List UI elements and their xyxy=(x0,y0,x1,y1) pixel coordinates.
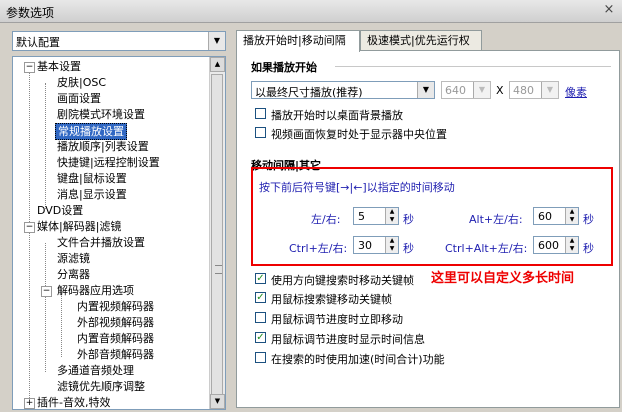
chevron-down-icon[interactable]: ▼ xyxy=(473,82,490,98)
tree-item-skin[interactable]: 皮肤|OSC xyxy=(57,75,106,90)
mouse-now-checkbox[interactable] xyxy=(255,312,266,323)
tree-item-picture[interactable]: 画面设置 xyxy=(57,91,101,106)
tree-item-splitter[interactable]: 分离器 xyxy=(57,267,90,282)
collapse-icon[interactable]: − xyxy=(24,62,35,73)
accel-checkbox[interactable] xyxy=(255,352,266,363)
tree-item-dvd[interactable]: DVD设置 xyxy=(37,203,83,218)
preset-select[interactable]: 默认配置 ▼ xyxy=(12,31,226,51)
tree-item-play-order[interactable]: 播放顺序|列表设置 xyxy=(57,139,149,154)
mouse-time-label: 用鼠标调节进度时显示时间信息 xyxy=(271,333,425,346)
collapse-icon[interactable]: − xyxy=(41,286,52,297)
tree-scrollbar[interactable]: ▲ ▼ xyxy=(209,57,225,409)
pixel-unit-link[interactable]: 像素 xyxy=(565,84,587,100)
highlight-box xyxy=(251,167,613,266)
mouse-key-label: 用鼠标搜索键移动关键帧 xyxy=(271,293,392,306)
scroll-down-icon[interactable]: ▼ xyxy=(210,394,225,409)
tree-item-hotkeys[interactable]: 快捷键|远程控制设置 xyxy=(57,155,160,170)
settings-tree: − 基本设置 皮肤|OSC 画面设置 剧院模式环境设置 常规播放设置 播放顺序|… xyxy=(12,56,226,410)
grip-icon xyxy=(215,265,222,274)
tree-item-decoder-options[interactable]: 解码器应用选项 xyxy=(57,283,134,298)
tree-item-basic[interactable]: 基本设置 xyxy=(37,59,81,74)
tree-item-messages[interactable]: 消息|显示设置 xyxy=(57,187,127,202)
tree-item-external-video[interactable]: 外部视频解码器 xyxy=(77,315,154,330)
tree-item-source-filter[interactable]: 源滤镜 xyxy=(57,251,90,266)
tree-item-keyboard-mouse[interactable]: 键盘|鼠标设置 xyxy=(57,171,127,186)
height-value: 480 xyxy=(513,84,534,97)
tree-item-filter-priority[interactable]: 滤镜优先顺序调整 xyxy=(57,379,145,394)
times-label: X xyxy=(496,84,504,97)
chevron-down-icon[interactable]: ▼ xyxy=(541,82,558,98)
divider xyxy=(335,66,611,67)
tree-item-file-merge[interactable]: 文件合并播放设置 xyxy=(57,235,145,250)
tree-item-media[interactable]: 媒体|解码器|滤镜 xyxy=(37,219,121,234)
window-title: 参数选项 xyxy=(6,6,55,20)
tree-item-plugins[interactable]: 插件-音效,特效 xyxy=(37,395,110,409)
settings-panel: 如果播放开始 以最终尺寸播放(推荐) ▼ 640 ▼ X 480 ▼ 像素 播放… xyxy=(236,50,620,408)
collapse-icon[interactable]: − xyxy=(24,222,35,233)
desktop-bg-label: 播放开始时以桌面背景播放 xyxy=(271,109,403,122)
width-select[interactable]: 640 ▼ xyxy=(441,81,491,99)
annotation-text: 这里可以自定义多长时间 xyxy=(431,267,575,286)
accel-label: 在搜索的时使用加速(时间合计)功能 xyxy=(271,353,445,366)
section-title-start: 如果播放开始 xyxy=(251,61,317,74)
center-screen-label: 视频画面恢复时处于显示器中央位置 xyxy=(271,128,447,141)
mouse-now-label: 用鼠标调节进度时立即移动 xyxy=(271,313,403,326)
dir-keyframe-checkbox[interactable]: ✓ xyxy=(255,273,266,284)
close-icon[interactable]: × xyxy=(602,3,616,17)
tree-guide-line xyxy=(29,73,30,409)
window-titlebar: 参数选项 × xyxy=(0,0,622,23)
tree-item-internal-video[interactable]: 内置视频解码器 xyxy=(77,299,154,314)
tree-guide-line xyxy=(61,293,62,357)
expand-icon[interactable]: + xyxy=(24,398,35,409)
center-screen-checkbox[interactable] xyxy=(255,127,266,138)
tree-guide-line xyxy=(45,243,46,372)
width-value: 640 xyxy=(445,84,466,97)
size-mode-value: 以最终尺寸播放(推荐) xyxy=(255,86,363,99)
desktop-bg-checkbox[interactable] xyxy=(255,108,266,119)
height-select[interactable]: 480 ▼ xyxy=(509,81,559,99)
tree-item-multichannel[interactable]: 多通道音频处理 xyxy=(57,363,134,378)
mouse-key-checkbox[interactable]: ✓ xyxy=(255,292,266,303)
chevron-down-icon[interactable]: ▼ xyxy=(417,82,434,98)
preset-value: 默认配置 xyxy=(16,36,60,49)
chevron-down-icon[interactable]: ▼ xyxy=(208,32,225,50)
scroll-thumb[interactable] xyxy=(211,74,223,404)
tree-guide-line xyxy=(45,83,46,209)
tree-item-theater[interactable]: 剧院模式环境设置 xyxy=(57,107,145,122)
dir-keyframe-label: 使用方向键搜索时移动关键帧 xyxy=(271,274,414,287)
scroll-up-icon[interactable]: ▲ xyxy=(210,57,225,72)
mouse-time-checkbox[interactable]: ✓ xyxy=(255,332,266,343)
tab-playback-start[interactable]: 播放开始时|移动间隔 xyxy=(236,30,360,52)
tab-speed-mode[interactable]: 极速模式|优先运行权 xyxy=(360,30,482,50)
tree-item-internal-audio[interactable]: 内置音频解码器 xyxy=(77,331,154,346)
size-mode-select[interactable]: 以最终尺寸播放(推荐) ▼ xyxy=(251,81,435,99)
tree-item-external-audio[interactable]: 外部音频解码器 xyxy=(77,347,154,362)
tree-item-general-playback[interactable]: 常规播放设置 xyxy=(55,123,127,140)
